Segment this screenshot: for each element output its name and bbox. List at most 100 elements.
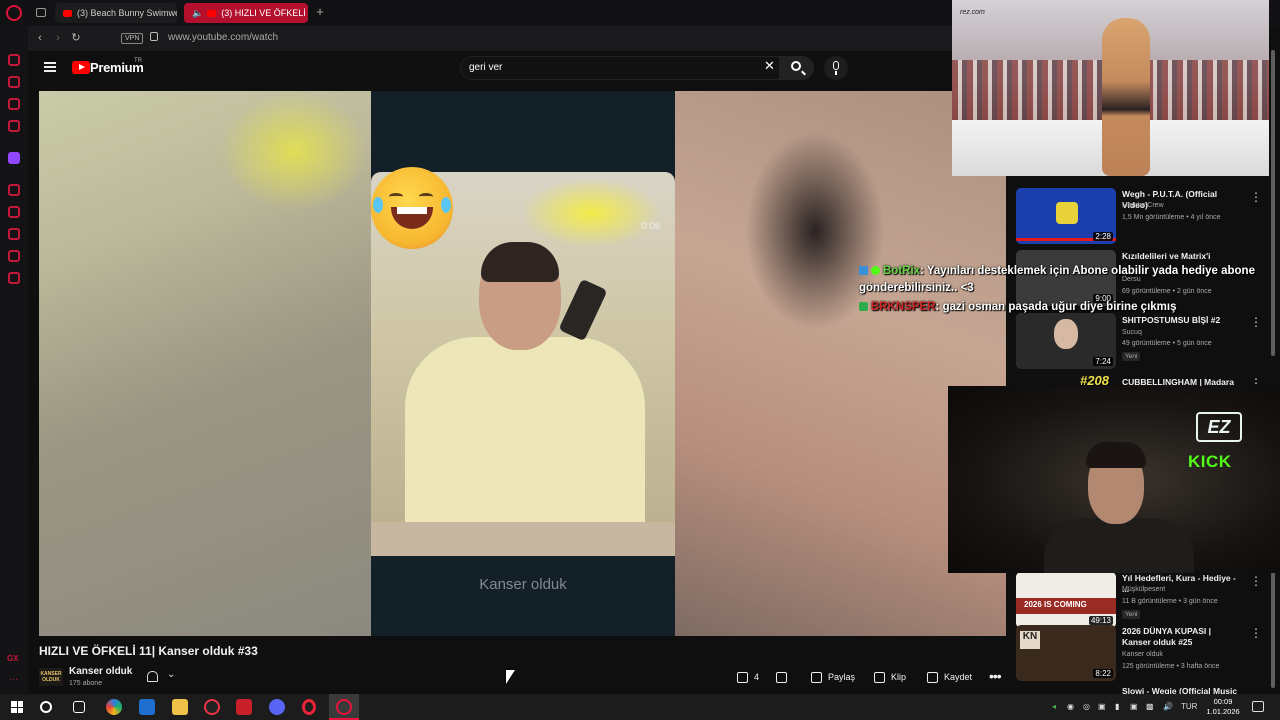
volume-icon[interactable]: 🔊: [1163, 702, 1173, 711]
sidebar-more-icon[interactable]: ···: [9, 674, 18, 684]
rec-thumb-art: [1054, 319, 1078, 349]
chat-user: BRKNSPER: [871, 301, 936, 313]
video-player[interactable]: 0:06 Kanser olduk: [39, 91, 1006, 636]
lock-icon[interactable]: [150, 32, 158, 41]
youtube-favicon-icon: [207, 9, 217, 17]
rec-meta: 11 B görüntüleme • 3 gün önce: [1122, 598, 1218, 605]
opera-gx-active-icon[interactable]: [329, 694, 359, 720]
rec-title[interactable]: SHITPOSTUMSU BİŞİ #2: [1122, 315, 1242, 326]
sidebar-gx-corner-icon[interactable]: [8, 76, 20, 88]
rec-duration: 49:13: [1088, 616, 1113, 625]
sidebar-news-icon[interactable]: [8, 98, 20, 110]
rec-thumbnail[interactable]: 2026 IS COMING 49:13: [1016, 572, 1116, 628]
file-explorer-icon[interactable]: [172, 699, 188, 715]
save-button[interactable]: Kaydet: [927, 667, 972, 687]
task-view-icon[interactable]: [73, 701, 85, 713]
language-indicator[interactable]: TUR: [1181, 702, 1197, 711]
badge-icon: [859, 302, 868, 311]
rec-channel[interactable]: Müşkülpesent: [1122, 586, 1165, 593]
search-button[interactable]: [780, 56, 814, 80]
verified-icon: [871, 266, 880, 275]
voice-search-button[interactable]: [824, 56, 848, 80]
rec-thumbnail[interactable]: 7:24: [1016, 313, 1116, 369]
search-box[interactable]: [460, 56, 780, 80]
notification-icon[interactable]: [1252, 701, 1264, 712]
rec-duration: 2:28: [1093, 232, 1113, 241]
rec-channel[interactable]: Sucuq: [1122, 329, 1142, 336]
clear-search-icon[interactable]: ✕: [764, 59, 775, 73]
rec-title[interactable]: Kızıldelileri ve Matrix'i: [1122, 251, 1242, 262]
discord-icon[interactable]: [269, 699, 285, 715]
opera-icon[interactable]: [302, 699, 316, 715]
back-icon[interactable]: ‹: [34, 32, 46, 44]
copilot-icon[interactable]: [106, 699, 122, 715]
sidebar-clock-icon[interactable]: [8, 228, 20, 240]
vpn-badge[interactable]: VPN: [121, 33, 144, 44]
like-button[interactable]: 4: [737, 667, 759, 687]
sidebar-bookmarks-icon[interactable]: [8, 206, 20, 218]
reload-icon[interactable]: ↻: [70, 32, 82, 44]
tray-up-icon[interactable]: ◂: [1052, 702, 1056, 711]
bookmark-icon: [927, 671, 938, 683]
mail-icon[interactable]: [139, 699, 155, 715]
rec-title[interactable]: Slowi - Wegie (Official Music: [1122, 686, 1242, 694]
rec-menu-icon[interactable]: ⋮: [1250, 191, 1262, 203]
rec-channel[interactable]: Kanser olduk: [1122, 651, 1163, 658]
bell-icon[interactable]: [147, 671, 158, 682]
sidebar-player-icon[interactable]: [8, 120, 20, 132]
rec-thumb-text: 2026 IS COMING: [1024, 600, 1087, 609]
tray-app-icon[interactable]: ▣: [1098, 702, 1106, 711]
search-icon[interactable]: [40, 701, 52, 713]
rec-thumbnail[interactable]: KN 8:22: [1016, 625, 1116, 681]
windows-start-icon[interactable]: [11, 701, 23, 713]
video-timestamp: 0:06: [641, 221, 661, 232]
sidebar-settings-icon[interactable]: [8, 272, 20, 284]
search-input[interactable]: [469, 62, 729, 73]
mouse-cursor-icon: [506, 670, 515, 684]
opera-gx-logo-icon[interactable]: [6, 5, 22, 21]
channel-name[interactable]: Kanser olduk: [69, 666, 132, 677]
sidebar-twitch-icon[interactable]: [8, 152, 20, 164]
clip-button[interactable]: Klip: [874, 667, 906, 687]
tab-hizli-ve-ofkeli[interactable]: 🔈 (3) HIZLI VE ÖFKELİ 11: [184, 3, 308, 23]
url-field[interactable]: www.youtube.com/watch: [168, 32, 278, 43]
rec-title[interactable]: 2026 DÜNYA KUPASI | Kanser olduk #25: [1122, 626, 1242, 648]
microphone-icon[interactable]: ▮: [1115, 702, 1119, 711]
tray-app-icon[interactable]: ▣: [1130, 702, 1138, 711]
scissors-icon: [874, 671, 885, 683]
tab-beach-bunny[interactable]: (3) Beach Bunny Swimwe: [55, 3, 177, 23]
rec-menu-icon[interactable]: ⋮: [1250, 627, 1262, 639]
speaker-icon[interactable]: 🔈: [192, 8, 203, 19]
tab-overview-icon[interactable]: [36, 8, 46, 17]
steam-icon[interactable]: [204, 699, 220, 715]
rec-menu-icon[interactable]: ⋮: [1250, 575, 1262, 587]
rec-channel[interactable]: Mamba Crew: [1122, 202, 1164, 209]
more-actions-icon[interactable]: •••: [989, 668, 1002, 684]
clip-label: Klip: [891, 672, 907, 682]
scrollbar[interactable]: [1271, 50, 1275, 356]
chevron-down-icon[interactable]: ⌄: [167, 669, 175, 680]
rec-thumb-logo: KN: [1020, 631, 1040, 649]
forward-icon[interactable]: ›: [52, 32, 64, 44]
chat-text: : gazi osman paşada uğur diye birine çık…: [935, 301, 1177, 313]
dislike-button[interactable]: [776, 667, 793, 687]
sidebar-history-icon[interactable]: [8, 184, 20, 196]
share-button[interactable]: Paylaş: [811, 667, 855, 687]
tray-discord-icon[interactable]: ◉: [1067, 702, 1074, 711]
channel-avatar[interactable]: KANSER OLDUK: [39, 668, 63, 686]
menu-icon[interactable]: [44, 62, 56, 72]
youtube-logo-icon[interactable]: [72, 61, 90, 74]
tab-label: (3) HIZLI VE ÖFKELİ 11: [221, 8, 308, 18]
tray-app-icon[interactable]: ◎: [1083, 702, 1090, 711]
rec-menu-icon[interactable]: ⋮: [1250, 316, 1262, 328]
sidebar-extensions-icon[interactable]: [8, 250, 20, 262]
emoji-eye: [419, 193, 433, 200]
new-tab-button[interactable]: +: [312, 4, 328, 20]
voicemeeter-icon[interactable]: [236, 699, 252, 715]
network-icon[interactable]: ▩: [1146, 702, 1154, 711]
clock[interactable]: 00:09 1.01.2026: [1203, 697, 1243, 717]
rec-thumbnail[interactable]: 2:28: [1016, 188, 1116, 244]
scrollbar[interactable]: [1271, 568, 1275, 688]
browser-sidebar: GX ···: [0, 26, 28, 694]
sidebar-speed-dial-icon[interactable]: [8, 54, 20, 66]
